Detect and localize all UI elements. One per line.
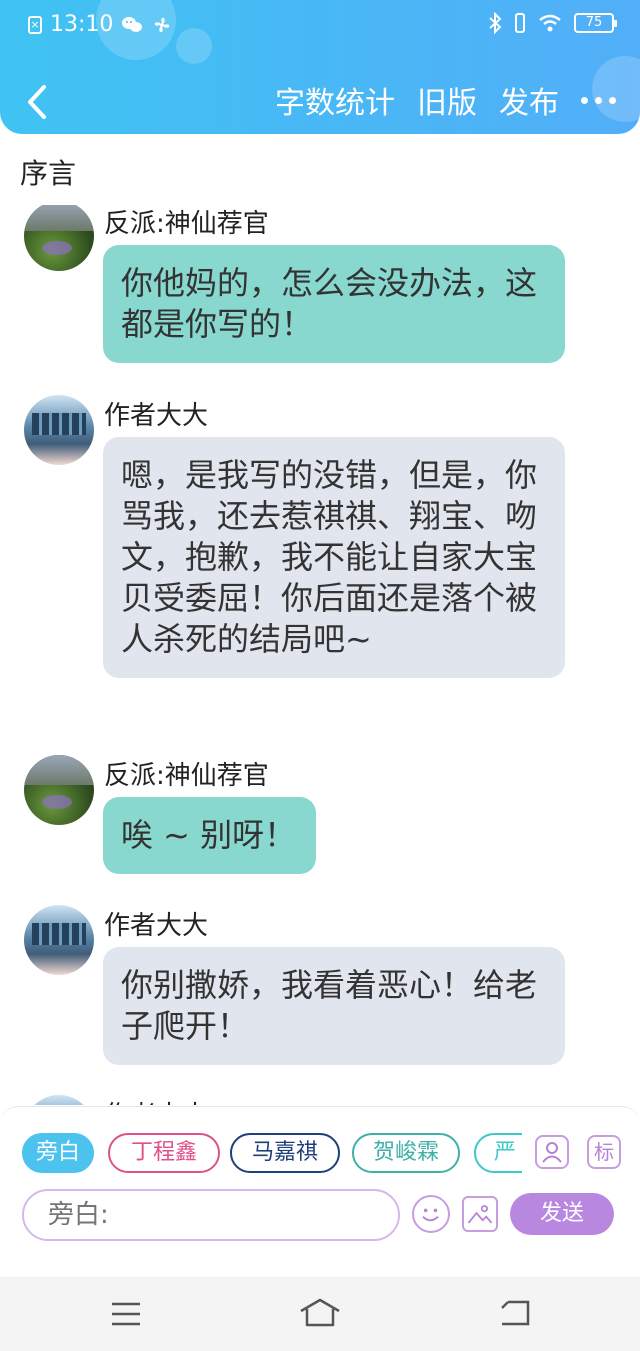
group-avatar[interactable] (24, 1095, 94, 1105)
wechat-icon (122, 16, 143, 32)
sender-name: 作者大大 (104, 401, 209, 431)
send-button[interactable]: 发送 (510, 1193, 614, 1235)
system-nav-bar (0, 1277, 640, 1351)
person-card-icon[interactable] (535, 1135, 569, 1169)
back-icon[interactable] (498, 1299, 532, 1327)
sender-name: 作者大大 (104, 911, 209, 941)
header: × 13:10 75 字数统计 旧版 发布 (0, 0, 640, 134)
section-title: 序言 (20, 157, 77, 190)
group-avatar[interactable] (24, 905, 94, 975)
vibrate-icon (515, 13, 525, 33)
bluetooth-icon (489, 12, 502, 34)
clock: 13:10 (50, 12, 114, 37)
nature-avatar[interactable] (24, 205, 94, 271)
wifi-icon (539, 14, 561, 32)
battery-level: 75 (585, 15, 603, 30)
nature-avatar[interactable] (24, 755, 94, 825)
character-chip[interactable]: 贺峻霖 (352, 1133, 460, 1173)
chevron-left-icon[interactable] (22, 84, 52, 120)
word-count-button[interactable]: 字数统计 (275, 78, 395, 122)
sender-name: 作者大大 (104, 1095, 208, 1105)
character-chip[interactable]: 丁程鑫 (108, 1133, 220, 1173)
message-bubble[interactable]: 你别撒娇，我看着恶心！给老子爬开！ (103, 947, 565, 1065)
character-chip[interactable]: 严 (474, 1133, 522, 1173)
character-chips: 旁白 丁程鑫 马嘉祺 贺峻霖 严 (22, 1133, 522, 1177)
emoji-icon[interactable] (412, 1195, 450, 1233)
publish-button[interactable]: 发布 (499, 78, 559, 122)
character-chip[interactable]: 马嘉祺 (230, 1133, 340, 1173)
tag-button[interactable]: 标 (587, 1135, 621, 1169)
sender-name: 反派:神仙荐官 (104, 209, 269, 239)
character-chip-narrator[interactable]: 旁白 (22, 1133, 94, 1173)
more-dots-icon[interactable] (581, 96, 616, 104)
composer-panel: 旁白 丁程鑫 马嘉祺 贺峻霖 严 标 发送 (0, 1106, 640, 1277)
menu-icon[interactable] (110, 1301, 142, 1327)
chat-list: 反派:神仙荐官 你他妈的，怎么会没办法，这都是你写的！ 作者大大 嗯，是我写的没… (0, 205, 640, 1105)
status-bar: × 13:10 75 (0, 0, 640, 52)
sender-name: 反派:神仙荐官 (104, 761, 269, 791)
old-version-button[interactable]: 旧版 (417, 78, 477, 122)
message-input[interactable] (22, 1189, 400, 1241)
image-icon[interactable] (462, 1196, 498, 1232)
home-icon[interactable] (298, 1297, 342, 1329)
fan-icon (155, 17, 170, 32)
message-bubble[interactable]: 嗯，是我写的没错，但是，你骂我，还去惹祺祺、翔宝、吻文，抱歉，我不能让自家大宝贝… (103, 437, 565, 678)
sim-icon: × (28, 15, 42, 34)
group-avatar[interactable] (24, 395, 94, 465)
nav-bar: 字数统计 旧版 发布 (0, 64, 640, 134)
message-bubble[interactable]: 你他妈的，怎么会没办法，这都是你写的！ (103, 245, 565, 363)
battery-icon: 75 (574, 13, 617, 33)
message-bubble[interactable]: 唉 ~ 别呀！ (103, 797, 316, 874)
